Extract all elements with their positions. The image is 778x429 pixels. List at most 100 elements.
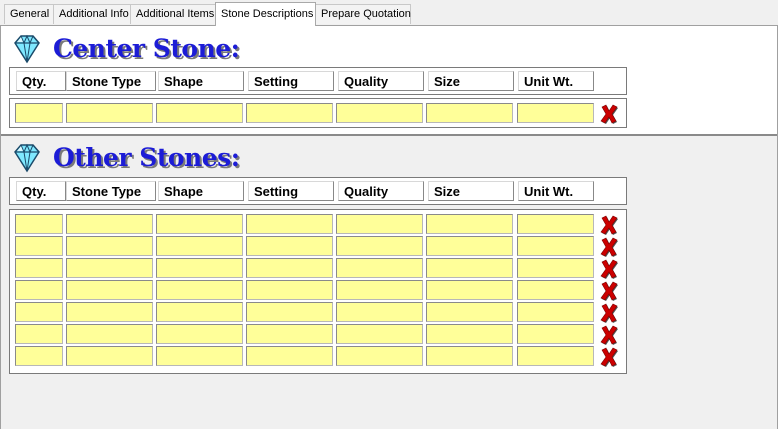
quality-field[interactable] [336, 302, 423, 322]
setting-field[interactable] [246, 236, 333, 256]
delete-x-icon [600, 347, 618, 367]
shape-field[interactable] [156, 280, 243, 300]
setting-field[interactable] [246, 103, 333, 123]
qty-field[interactable] [15, 236, 63, 256]
other-stones-section: Other Stones: Qty. Stone Type Shape Setting… [1, 137, 777, 429]
delete-row-button[interactable] [599, 302, 619, 323]
delete-row-button[interactable] [599, 103, 619, 124]
unit-wt-field[interactable] [517, 280, 594, 300]
column-header-stone-type: Stone Type [66, 181, 156, 201]
stone-type-field[interactable] [66, 302, 153, 322]
qty-field[interactable] [15, 214, 63, 234]
qty-field[interactable] [15, 302, 63, 322]
column-header-qty: Qty. [16, 71, 66, 91]
table-row [10, 103, 626, 125]
quality-field[interactable] [336, 280, 423, 300]
tab-additional-items[interactable]: Additional Items [130, 4, 216, 24]
shape-field[interactable] [156, 103, 243, 123]
stone-type-field[interactable] [66, 214, 153, 234]
qty-field[interactable] [15, 324, 63, 344]
delete-row-button[interactable] [599, 214, 619, 235]
column-header-setting: Setting [248, 181, 334, 201]
other-stones-header: Qty. Stone Type Shape Setting Quality Size Uni… [9, 177, 627, 205]
quality-field[interactable] [336, 236, 423, 256]
size-field[interactable] [426, 280, 513, 300]
setting-field[interactable] [246, 302, 333, 322]
size-field[interactable] [426, 214, 513, 234]
size-field[interactable] [426, 324, 513, 344]
quality-field[interactable] [336, 258, 423, 278]
column-header-shape: Shape [158, 181, 244, 201]
column-header-size: Size [428, 71, 514, 91]
qty-field[interactable] [15, 346, 63, 366]
quality-field[interactable] [336, 103, 423, 123]
setting-field[interactable] [246, 258, 333, 278]
size-field[interactable] [426, 258, 513, 278]
tab-prepare-quotation[interactable]: Prepare Quotation [315, 4, 411, 24]
unit-wt-field[interactable] [517, 302, 594, 322]
center-stone-title: Center Stone: [53, 34, 240, 63]
delete-row-button[interactable] [599, 346, 619, 367]
stone-type-field[interactable] [66, 236, 153, 256]
tab-general[interactable]: General [4, 4, 54, 24]
unit-wt-field[interactable] [517, 324, 594, 344]
quality-field[interactable] [336, 346, 423, 366]
stone-type-field[interactable] [66, 258, 153, 278]
unit-wt-field[interactable] [517, 103, 594, 123]
delete-row-button[interactable] [599, 258, 619, 279]
diamond-icon [14, 143, 40, 173]
stone-type-field[interactable] [66, 346, 153, 366]
delete-row-button[interactable] [599, 236, 619, 257]
column-header-shape: Shape [158, 71, 244, 91]
quality-field[interactable] [336, 214, 423, 234]
table-row [10, 280, 626, 302]
column-header-qty: Qty. [16, 181, 66, 201]
shape-field[interactable] [156, 346, 243, 366]
delete-row-button[interactable] [599, 280, 619, 301]
delete-x-icon [600, 237, 618, 257]
qty-field[interactable] [15, 258, 63, 278]
setting-field[interactable] [246, 346, 333, 366]
table-row [10, 258, 626, 280]
shape-field[interactable] [156, 258, 243, 278]
shape-field[interactable] [156, 214, 243, 234]
tab-additional-info[interactable]: Additional Info [53, 4, 131, 24]
quality-field[interactable] [336, 324, 423, 344]
column-header-quality: Quality [338, 71, 424, 91]
other-stones-rows [9, 209, 627, 374]
shape-field[interactable] [156, 236, 243, 256]
stone-descriptions-panel: Center Stone: Qty. Stone Type Shape Setting… [0, 25, 778, 429]
shape-field[interactable] [156, 302, 243, 322]
stone-type-field[interactable] [66, 280, 153, 300]
table-row [10, 324, 626, 346]
size-field[interactable] [426, 103, 513, 123]
size-field[interactable] [426, 346, 513, 366]
tab-stone-descriptions[interactable]: Stone Descriptions [215, 2, 316, 26]
column-header-quality: Quality [338, 181, 424, 201]
center-stone-section: Center Stone: Qty. Stone Type Shape Setting… [1, 26, 777, 136]
delete-x-icon [600, 303, 618, 323]
column-header-size: Size [428, 181, 514, 201]
delete-x-icon [600, 281, 618, 301]
table-row [10, 302, 626, 324]
setting-field[interactable] [246, 324, 333, 344]
center-stone-header: Qty. Stone Type Shape Setting Quality Size Uni… [9, 67, 627, 95]
delete-row-button[interactable] [599, 324, 619, 345]
size-field[interactable] [426, 236, 513, 256]
center-stone-rows [9, 98, 627, 128]
stone-type-field[interactable] [66, 103, 153, 123]
unit-wt-field[interactable] [517, 346, 594, 366]
stone-type-field[interactable] [66, 324, 153, 344]
unit-wt-field[interactable] [517, 236, 594, 256]
shape-field[interactable] [156, 324, 243, 344]
qty-field[interactable] [15, 103, 63, 123]
other-stones-title: Other Stones: [53, 143, 240, 172]
qty-field[interactable] [15, 280, 63, 300]
unit-wt-field[interactable] [517, 258, 594, 278]
unit-wt-field[interactable] [517, 214, 594, 234]
setting-field[interactable] [246, 214, 333, 234]
setting-field[interactable] [246, 280, 333, 300]
tab-bar: General Additional Info Additional Items… [0, 0, 778, 26]
size-field[interactable] [426, 302, 513, 322]
table-row [10, 214, 626, 236]
